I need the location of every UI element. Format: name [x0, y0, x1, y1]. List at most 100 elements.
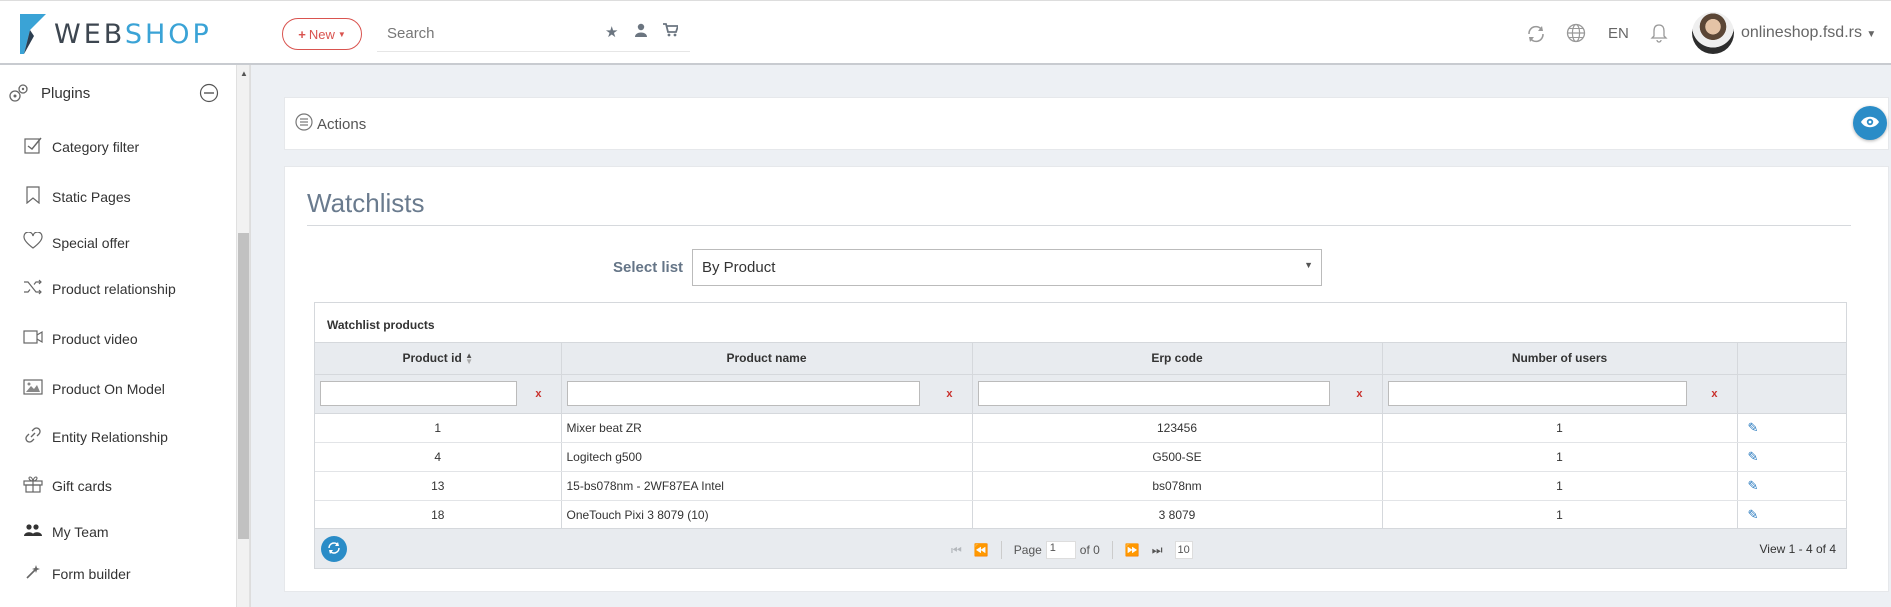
bookmark-icon	[18, 185, 48, 209]
select-list-label: Select list	[613, 259, 684, 276]
page-size-select[interactable]: 10	[1174, 541, 1193, 559]
column-header-product-name[interactable]: Product name	[561, 343, 973, 375]
eye-icon	[1860, 115, 1880, 132]
clear-filter-icon[interactable]: x	[1711, 388, 1717, 400]
table-row[interactable]: 18 OneTouch Pixi 3 8079 (10) 3 8079 1 ✎	[315, 500, 1847, 530]
sort-icon[interactable]: ▲ ▼	[465, 352, 473, 366]
cell-product-id: 18	[315, 500, 562, 530]
cell-product-name: 15-bs078nm - 2WF87EA Intel	[561, 471, 973, 501]
select-list-dropdown[interactable]: By Product ▼	[692, 249, 1322, 286]
table-row[interactable]: 13 15-bs078nm - 2WF87EA Intel bs078nm 1 …	[315, 471, 1847, 501]
avatar[interactable]	[1692, 12, 1734, 54]
sidebar-item-label: Product video	[52, 331, 138, 347]
refresh-icon[interactable]	[1525, 23, 1547, 50]
globe-icon[interactable]	[1566, 23, 1586, 48]
collapse-icon[interactable]	[199, 83, 219, 106]
language-selector[interactable]: EN	[1608, 25, 1629, 42]
cell-erp-code: 123456	[972, 413, 1383, 443]
star-icon[interactable]: ★	[605, 23, 618, 41]
page-label: Page	[1013, 543, 1042, 557]
filter-erp-code-input[interactable]	[977, 381, 1330, 406]
bell-icon[interactable]	[1650, 23, 1668, 48]
top-header: WEBSHOP + New ▼ ★ EN onlineshop.fsd.rs ▼	[0, 0, 1891, 65]
column-header-number-of-users[interactable]: Number of users	[1382, 343, 1738, 375]
shuffle-icon	[18, 279, 48, 300]
image-icon	[18, 378, 48, 400]
column-header-erp-code[interactable]: Erp code	[972, 343, 1383, 375]
grid-refresh-button[interactable]	[321, 536, 347, 562]
heart-icon	[18, 230, 48, 255]
user-name: onlineshop.fsd.rs	[1741, 24, 1862, 41]
sidebar-item-product-relationship[interactable]: Product relationship	[0, 269, 233, 309]
search-input[interactable]	[377, 18, 597, 48]
sidebar-item-gift-cards[interactable]: Gift cards	[0, 466, 233, 506]
sidebar-scrollbar[interactable]: ▲	[236, 65, 250, 607]
sidebar-item-category-filter[interactable]: Category filter	[0, 127, 233, 167]
clear-filter-icon[interactable]: x	[535, 388, 541, 400]
table-row[interactable]: 4 Logitech g500 G500-SE 1 ✎	[315, 442, 1847, 472]
first-page-icon[interactable]: ⏮	[951, 543, 962, 558]
page-number-input[interactable]: 1	[1045, 541, 1076, 559]
edit-icon[interactable]: ✎	[1748, 507, 1759, 522]
sidebar-item-label: Special offer	[52, 235, 130, 251]
cell-number-of-users: 1	[1382, 442, 1738, 472]
sidebar-item-label: Category filter	[52, 139, 140, 155]
filter-number-of-users-input[interactable]	[1387, 381, 1687, 406]
table-row[interactable]: 1 Mixer beat ZR 123456 1 ✎	[315, 413, 1847, 443]
sidebar-item-product-on-model[interactable]: Product On Model	[0, 369, 233, 409]
filter-product-id-input[interactable]	[320, 381, 517, 406]
sidebar-section-plugins[interactable]: Plugins	[0, 82, 236, 112]
pager-page-group: Page 1 of 0	[1014, 541, 1100, 559]
sidebar-item-product-video[interactable]: Product video	[0, 319, 233, 359]
view-toggle-button[interactable]	[1853, 106, 1887, 140]
clear-filter-icon[interactable]: x	[1356, 388, 1362, 400]
cell-number-of-users: 1	[1382, 471, 1738, 501]
cell-number-of-users: 1	[1382, 413, 1738, 443]
next-page-icon[interactable]: ⏩	[1125, 543, 1140, 557]
sidebar-item-label: Gift cards	[52, 478, 112, 494]
title-divider	[307, 225, 1851, 226]
cell-product-id: 4	[315, 442, 562, 472]
clear-filter-icon[interactable]: x	[946, 388, 952, 400]
sidebar-item-static-pages[interactable]: Static Pages	[0, 177, 233, 217]
column-header-product-id[interactable]: Product id ▲ ▼	[315, 343, 562, 375]
sidebar-item-my-team[interactable]: My Team	[0, 512, 233, 552]
sidebar-item-form-builder[interactable]: Form builder	[0, 554, 233, 594]
cell-product-id: 13	[315, 471, 562, 501]
scroll-up-icon[interactable]: ▲	[240, 69, 248, 78]
wand-icon	[18, 564, 48, 585]
select-list-value: By Product	[702, 259, 776, 276]
pager: ⏮ ⏪ Page 1 of 0 ⏩ ⏭ 10 View 1 - 4 of 4	[315, 528, 1846, 568]
checkbox-icon	[18, 136, 48, 159]
sidebar-item-entity-relationship[interactable]: Entity Relationship	[0, 417, 233, 457]
cell-product-name: Mixer beat ZR	[561, 413, 973, 443]
scroll-thumb[interactable]	[238, 233, 249, 539]
cart-icon[interactable]	[663, 23, 680, 41]
last-page-icon[interactable]: ⏭	[1152, 543, 1163, 558]
actions-label: Actions	[317, 115, 367, 133]
prev-page-icon[interactable]: ⏪	[974, 543, 989, 557]
filter-product-name-input[interactable]	[566, 381, 920, 406]
sidebar: Plugins Category filter Static Pages Spe…	[0, 65, 236, 607]
edit-icon[interactable]: ✎	[1748, 420, 1759, 435]
caret-down-icon: ▼	[1866, 29, 1877, 40]
sidebar-section-label: Plugins	[41, 85, 91, 102]
webshop-logo[interactable]: WEBSHOP	[20, 13, 212, 55]
edit-icon[interactable]: ✎	[1748, 449, 1759, 464]
cell-erp-code: G500-SE	[972, 442, 1383, 472]
actions-bar: Actions	[284, 97, 1889, 150]
cell-erp-code: bs078nm	[972, 471, 1383, 501]
filter-row: x x x x	[315, 374, 1847, 414]
sidebar-item-label: Product On Model	[52, 381, 165, 397]
edit-icon[interactable]: ✎	[1748, 478, 1759, 493]
main-content: Actions Watchlists Select list By Produc…	[250, 65, 1891, 607]
user-menu[interactable]: onlineshop.fsd.rs ▼	[1741, 24, 1876, 42]
actions-toggle[interactable]: Actions	[295, 113, 366, 135]
link-icon	[18, 426, 48, 449]
video-icon	[18, 329, 48, 350]
user-icon[interactable]	[635, 23, 647, 41]
watchlist-products-grid: Watchlist products Product id ▲ ▼ Product…	[314, 302, 1847, 569]
sidebar-item-special-offer[interactable]: Special offer	[0, 223, 233, 263]
new-button[interactable]: + New ▼	[282, 18, 362, 50]
logo-text-web: WEB	[54, 18, 125, 50]
